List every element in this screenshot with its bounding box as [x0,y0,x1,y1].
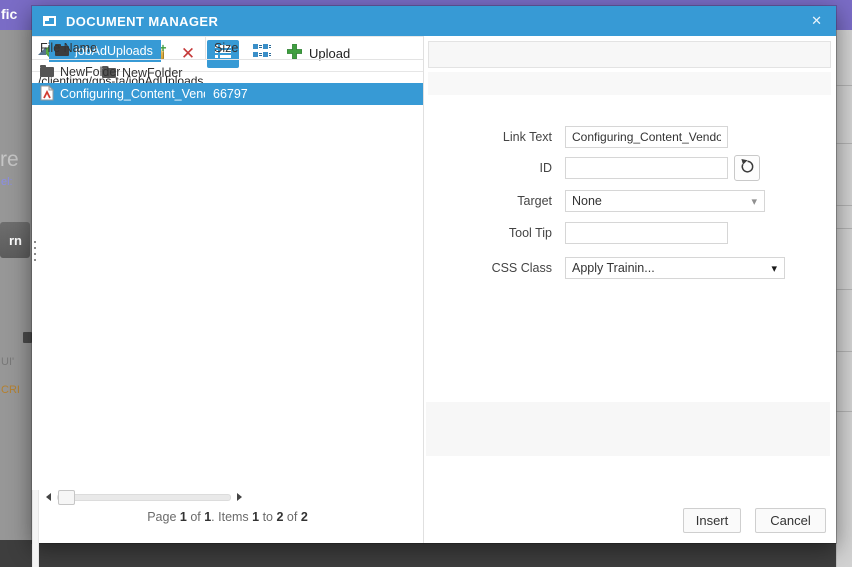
dialog-body: ✕ [32,36,836,567]
window-icon [43,16,56,26]
backdrop-row-divider [836,143,852,144]
document-manager-dialog: DOCUMENT MANAGER ✕ + ✕ Upload /clientimg… [32,6,836,567]
target-value: None [572,194,602,208]
splitter-grip-dot [34,241,36,243]
splitter-grip-dot [34,259,36,261]
backdrop-text-fragment: UI' [1,356,15,368]
backdrop-row-divider [836,351,852,352]
target-dropdown[interactable]: None ▾ [565,190,765,212]
backdrop-right-strip [836,30,852,567]
splitter-grip-dot [34,253,36,255]
cancel-button[interactable]: Cancel [755,508,826,533]
dialog-title: DOCUMENT MANAGER [66,13,219,29]
rotate-refresh-icon [740,158,755,179]
column-header-file-name[interactable]: File Name [32,41,205,55]
file-row-pdf-selected[interactable]: Configuring_Content_Vendo 66797 [32,83,423,105]
insert-button[interactable]: Insert [683,508,741,533]
column-header-size[interactable]: Size [205,37,238,59]
backdrop-top-bar-text: fic [1,6,18,22]
properties-gray-band [426,402,830,456]
pager-status: Page 1 of 1. Items 1 to 2 of 2 [147,510,308,524]
target-label: Target [517,194,552,208]
css-class-value: Apply Trainin... [572,261,655,275]
scroll-right-icon[interactable] [237,493,242,501]
close-icon[interactable]: ✕ [811,13,822,29]
dialog-titlebar: DOCUMENT MANAGER ✕ [32,6,836,36]
file-name: Configuring_Content_Vendo [60,87,205,101]
panel-splitter[interactable] [32,241,39,567]
backdrop-small-icon [23,332,32,343]
scrollbar-track[interactable] [57,489,231,505]
properties-panel: Link Text ID [425,36,836,543]
backdrop-row-divider [836,85,852,86]
scrollbar-thumb[interactable] [58,489,75,505]
id-label: ID [539,161,553,175]
tool-tip-label: Tool Tip [508,226,552,240]
id-refresh-button[interactable] [734,155,760,181]
backdrop-link-fragment: el: [1,176,13,188]
link-text-input[interactable] [565,126,728,148]
backdrop-button-fragment: rn [0,222,30,258]
css-class-label: CSS Class [491,261,552,275]
pdf-file-icon [40,84,55,104]
file-size: 66797 [213,87,248,101]
screen: re el: rn UI' CRI fic DOCUMENT MANAGER ✕ [0,0,852,567]
horizontal-scrollbar[interactable] [46,488,242,506]
file-list-header: File Name Size [32,36,423,60]
backdrop-left-strip [0,30,32,540]
backdrop-row-divider [836,205,852,206]
link-text-label: Link Text [502,130,552,144]
css-class-dropdown[interactable]: Apply Trainin... ▾ [565,257,785,279]
properties-top-box [428,41,831,68]
file-name: NewFolder [60,65,121,79]
file-row-newfolder[interactable]: NewFolder [32,61,423,83]
chevron-down-icon: ▾ [751,196,757,208]
backdrop-text-fragment: re [0,148,19,171]
tool-tip-input[interactable] [565,222,728,244]
backdrop-row-divider [836,411,852,412]
chevron-down-icon: ▾ [771,263,777,275]
backdrop-row-divider [836,289,852,290]
splitter-grip-dot [34,247,36,249]
scroll-left-icon[interactable] [46,493,51,501]
properties-sub-box [428,72,831,95]
file-explorer: ✕ [32,36,424,567]
backdrop-row-divider [836,228,852,229]
id-input[interactable] [565,157,728,179]
backdrop-text-fragment: CRI [1,384,20,396]
folder-icon [40,65,54,77]
folder-tree: jobAdUploads NewFolder [32,40,182,490]
